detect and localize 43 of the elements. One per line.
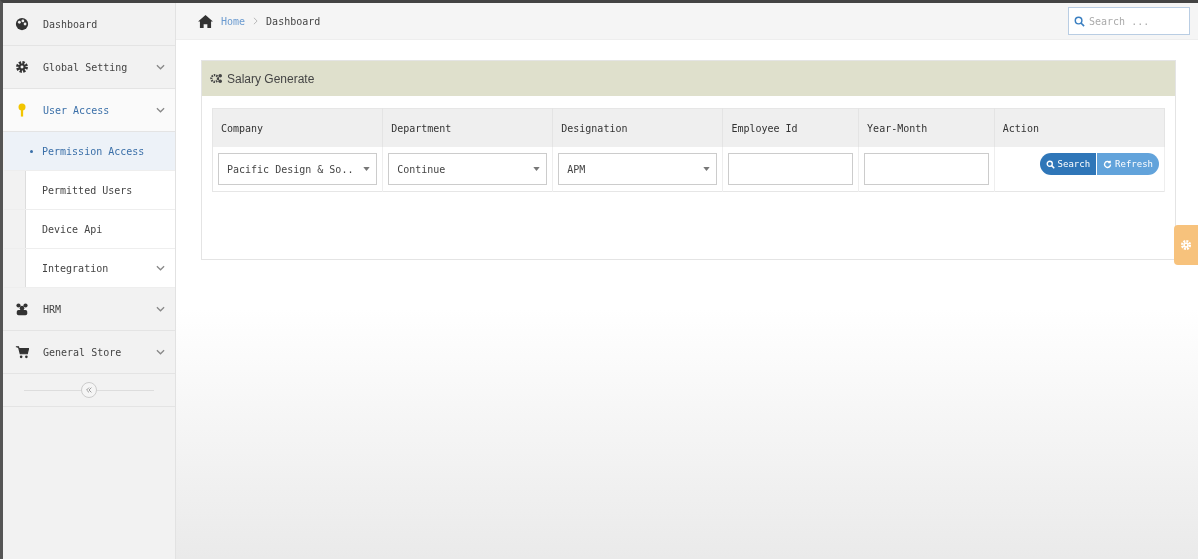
dropdown-field[interactable]: Pacific Design & So.. (218, 153, 378, 185)
search-field[interactable]: Search ... (1068, 7, 1190, 35)
panel-title: Salary Generate (227, 71, 315, 86)
nav-subitem[interactable]: Integration (4, 249, 175, 288)
search-button[interactable]: Search (1039, 153, 1097, 175)
search-icon (1074, 16, 1085, 27)
gears-icon (210, 73, 223, 84)
chevron-icon (156, 306, 165, 312)
double-chevron-icon (85, 386, 93, 394)
palette-icon (15, 17, 29, 31)
nav-subitem[interactable]: Permission Access (4, 132, 175, 171)
column-header: Year-Month (858, 108, 995, 147)
gear-icon (15, 60, 29, 74)
caret-icon (703, 167, 711, 171)
column-header: Action (994, 108, 1165, 147)
cart-icon (15, 345, 29, 359)
users-icon (15, 302, 29, 316)
search-icon (1045, 159, 1055, 169)
column-header: Designation (552, 108, 723, 147)
nav-item[interactable]: HRM (3, 288, 175, 331)
nav-subitem[interactable]: Permitted Users (4, 171, 175, 210)
input-field[interactable] (864, 153, 989, 185)
caret-icon (363, 167, 371, 171)
column-header: Company (212, 108, 383, 147)
separator-icon (253, 17, 259, 25)
caret-icon (533, 167, 541, 171)
dropdown-field[interactable]: Continue (388, 153, 548, 185)
nav-subitem[interactable]: Device Api (4, 210, 175, 249)
column-header: Employee Id (722, 108, 859, 147)
collapse-button[interactable] (81, 382, 97, 398)
chevron-icon (156, 349, 165, 355)
input-field[interactable] (728, 153, 854, 185)
refresh-icon (1103, 159, 1113, 169)
home-icon (198, 14, 213, 28)
breadcrumb-item: Dashboard (266, 15, 321, 27)
nav-item[interactable]: User Access (3, 89, 175, 132)
gear-icon (1180, 239, 1192, 251)
chevron-icon (156, 107, 165, 113)
column-header: Department (382, 108, 553, 147)
settings-button[interactable] (1174, 225, 1198, 265)
dropdown-field[interactable]: APM (558, 153, 718, 185)
nav-item[interactable]: Dashboard (3, 3, 175, 46)
chevron-icon (156, 64, 165, 70)
